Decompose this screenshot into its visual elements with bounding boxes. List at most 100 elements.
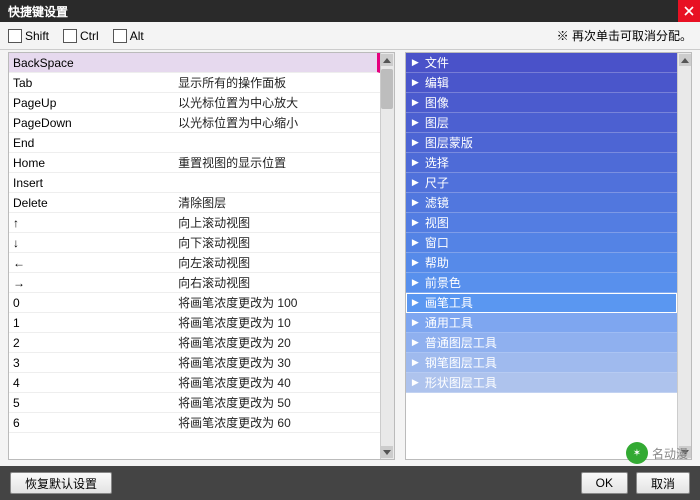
category-item[interactable]: ▶选择 <box>406 153 677 173</box>
restore-defaults-button[interactable]: 恢复默认设置 <box>10 472 112 494</box>
category-label: 通用工具 <box>425 314 473 331</box>
close-button[interactable] <box>678 0 700 22</box>
triangle-right-icon: ▶ <box>412 257 419 268</box>
shortcut-row[interactable]: Insert <box>9 173 380 193</box>
shift-modifier[interactable]: Shift <box>8 29 49 43</box>
category-item[interactable]: ▶ 前景色 <box>406 273 677 293</box>
shortcut-row[interactable]: →向右滚动视图 <box>9 273 380 293</box>
category-item[interactable]: ▶图层 <box>406 113 677 133</box>
shortcut-row[interactable]: Home重置视图的显示位置 <box>9 153 380 173</box>
triangle-right-icon: ▶ <box>412 277 419 288</box>
category-item[interactable]: ▶窗口 <box>406 233 677 253</box>
key-action: 重置视图的显示位置 <box>178 154 380 171</box>
restore-label: 恢复默认设置 <box>25 475 97 492</box>
footer-bar: 恢复默认设置 OK 取消 <box>0 466 700 500</box>
checkbox-icon <box>8 29 22 43</box>
category-item[interactable]: ▶画笔工具 <box>406 293 677 313</box>
scroll-down-button[interactable] <box>679 446 691 458</box>
scroll-track[interactable] <box>381 67 393 445</box>
key-name: PageDown <box>13 116 178 130</box>
triangle-right-icon: ▶ <box>412 217 419 228</box>
shift-label: Shift <box>25 29 49 43</box>
category-item[interactable]: ▶编辑 <box>406 73 677 93</box>
arrow-up-icon <box>383 58 391 63</box>
category-item[interactable]: ▶ 通用工具 <box>406 313 677 333</box>
key-action: 向上滚动视图 <box>178 214 380 231</box>
checkbox-icon <box>63 29 77 43</box>
arrow-up-icon <box>681 58 689 63</box>
shortcut-row[interactable]: Tab显示所有的操作面板 <box>9 73 380 93</box>
key-name: → <box>13 276 178 290</box>
scroll-thumb[interactable] <box>381 69 393 109</box>
ok-button[interactable]: OK <box>581 472 628 494</box>
left-scrollbar[interactable] <box>380 53 394 459</box>
category-item[interactable]: ▶滤镜 <box>406 193 677 213</box>
category-label: 图层 <box>425 114 449 131</box>
key-action: 将画笔浓度更改为 10 <box>178 314 380 331</box>
triangle-right-icon: ▶ <box>412 57 419 68</box>
triangle-right-icon: ▶ <box>412 337 419 348</box>
key-name: ← <box>13 256 178 270</box>
shortcut-row[interactable]: ↓向下滚动视图 <box>9 233 380 253</box>
key-action: 将画笔浓度更改为 50 <box>178 394 380 411</box>
triangle-right-icon: ▶ <box>412 77 419 88</box>
category-item[interactable]: ▶视图 <box>406 213 677 233</box>
shortcut-row[interactable]: 2将画笔浓度更改为 20 <box>9 333 380 353</box>
main-area: BackSpaceTab显示所有的操作面板PageUp以光标位置为中心放大Pag… <box>0 50 700 466</box>
shortcut-row[interactable]: 5将画笔浓度更改为 50 <box>9 393 380 413</box>
category-label: 选择 <box>425 154 449 171</box>
scroll-down-button[interactable] <box>381 446 393 458</box>
key-action: 以光标位置为中心缩小 <box>178 114 380 131</box>
category-label: 画笔工具 <box>425 294 473 311</box>
shortcut-row[interactable]: Delete清除图层 <box>9 193 380 213</box>
category-item[interactable]: ▶钢笔图层工具 <box>406 353 677 373</box>
ctrl-modifier[interactable]: Ctrl <box>63 29 99 43</box>
cancel-button[interactable]: 取消 <box>636 472 690 494</box>
category-item[interactable]: ▶帮助 <box>406 253 677 273</box>
triangle-right-icon: ▶ <box>412 97 419 108</box>
key-name: PageUp <box>13 96 178 110</box>
triangle-right-icon: ▶ <box>412 177 419 188</box>
shortcut-row[interactable]: ↑向上滚动视图 <box>9 213 380 233</box>
shortcut-row[interactable]: 0将画笔浓度更改为 100 <box>9 293 380 313</box>
ok-label: OK <box>596 476 613 490</box>
scroll-track[interactable] <box>679 67 691 445</box>
category-item[interactable]: ▶普通图层工具 <box>406 333 677 353</box>
category-label: 窗口 <box>425 234 449 251</box>
shortcut-row[interactable]: PageDown以光标位置为中心缩小 <box>9 113 380 133</box>
shortcut-row[interactable]: End <box>9 133 380 153</box>
triangle-right-icon: ▶ <box>412 317 419 328</box>
shortcut-row[interactable]: BackSpace <box>9 53 380 73</box>
shortcut-row[interactable]: 6将画笔浓度更改为 60 <box>9 413 380 433</box>
category-label: 图像 <box>425 94 449 111</box>
key-name: ↑ <box>13 216 178 230</box>
key-name: 0 <box>13 296 178 310</box>
shortcut-row[interactable]: 4将画笔浓度更改为 40 <box>9 373 380 393</box>
category-item[interactable]: ▶尺子 <box>406 173 677 193</box>
key-action: 以光标位置为中心放大 <box>178 94 380 111</box>
scroll-up-button[interactable] <box>381 54 393 66</box>
shortcut-row[interactable]: ←向左滚动视图 <box>9 253 380 273</box>
category-list: ▶文件▶编辑▶图像▶图层▶图层蒙版▶选择▶尺子▶滤镜▶视图▶窗口▶帮助▶前景色▶… <box>406 53 677 459</box>
hint-text: ※ 再次单击可取消分配。 <box>557 27 692 44</box>
arrow-down-icon <box>383 450 391 455</box>
close-icon <box>684 6 694 16</box>
shortcut-row[interactable]: 1将画笔浓度更改为 10 <box>9 313 380 333</box>
category-item[interactable]: ▶文件 <box>406 53 677 73</box>
category-item[interactable]: ▶ 图像 <box>406 93 677 113</box>
alt-modifier[interactable]: Alt <box>113 29 144 43</box>
key-name: Delete <box>13 196 178 210</box>
key-action: 清除图层 <box>178 194 380 211</box>
category-label: 前景色 <box>425 274 461 291</box>
category-item[interactable]: ▶形状图层工具 <box>406 373 677 393</box>
right-scrollbar[interactable] <box>677 53 691 459</box>
category-item[interactable]: ▶图层蒙版 <box>406 133 677 153</box>
scroll-up-button[interactable] <box>679 54 691 66</box>
shortcut-row[interactable]: PageUp以光标位置为中心放大 <box>9 93 380 113</box>
category-label: 滤镜 <box>425 194 449 211</box>
category-pane: ▶文件▶编辑▶图像▶图层▶图层蒙版▶选择▶尺子▶滤镜▶视图▶窗口▶帮助▶前景色▶… <box>405 52 692 460</box>
key-name: Home <box>13 156 178 170</box>
key-name: ↓ <box>13 236 178 250</box>
key-action: 将画笔浓度更改为 100 <box>178 294 380 311</box>
shortcut-row[interactable]: 3将画笔浓度更改为 30 <box>9 353 380 373</box>
